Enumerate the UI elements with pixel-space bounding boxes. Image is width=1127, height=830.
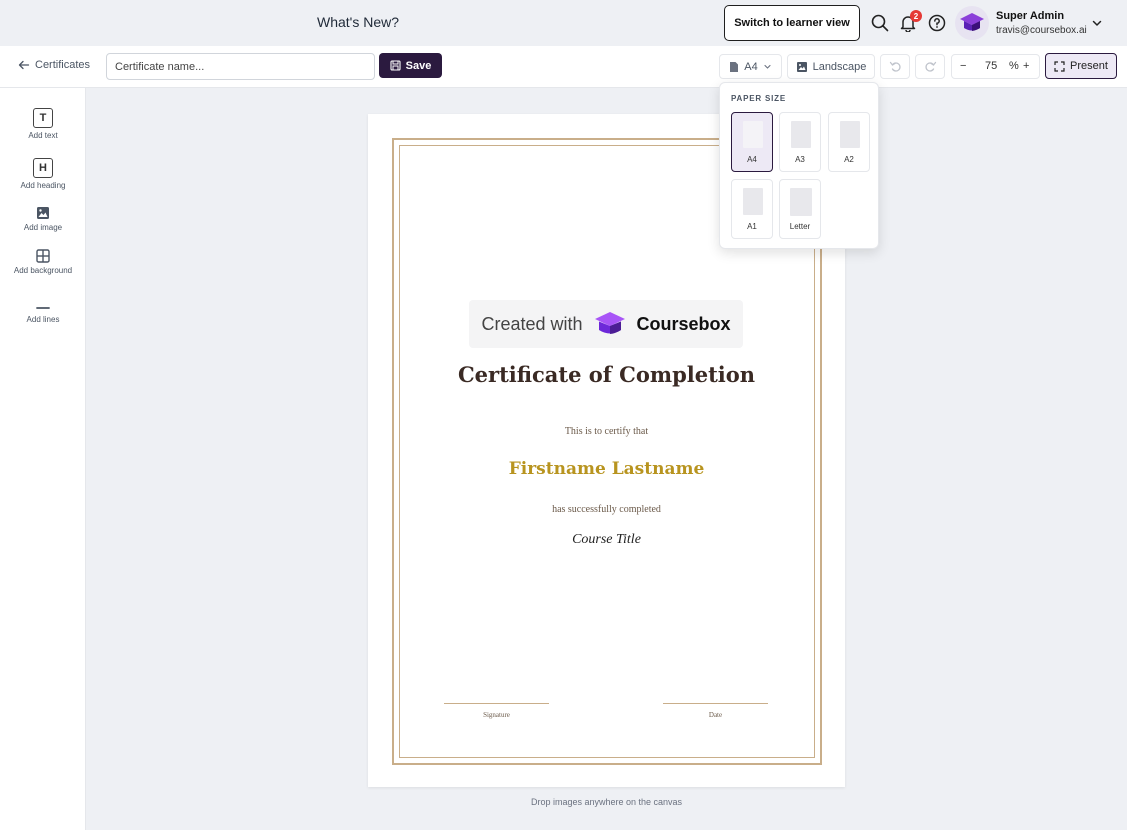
- paper-option-label: A2: [844, 155, 854, 164]
- canvas-drop-hint: Drop images anywhere on the canvas: [530, 797, 683, 807]
- heading-icon: H: [33, 158, 53, 178]
- redo-icon: [924, 61, 936, 72]
- paper-thumb: [743, 188, 763, 215]
- paper-option-letter[interactable]: Letter: [779, 179, 821, 239]
- signature-line[interactable]: [444, 703, 549, 704]
- course-title[interactable]: Course Title: [368, 532, 845, 548]
- present-button[interactable]: Present: [1045, 53, 1117, 79]
- paper-option-a3[interactable]: A3: [779, 112, 821, 172]
- orientation-button[interactable]: Landscape: [787, 54, 875, 79]
- paper-option-label: A3: [795, 155, 805, 164]
- add-heading-tool[interactable]: H Add heading: [0, 158, 86, 191]
- brand-created-text: Created with: [481, 313, 583, 334]
- undo-button[interactable]: [880, 54, 910, 79]
- paper-thumb: [743, 121, 763, 148]
- element-tools-panel: T Add text H Add heading Add image Add b…: [0, 88, 86, 830]
- orientation-label: Landscape: [812, 60, 867, 73]
- line-icon: [36, 307, 50, 309]
- graduation-cap-icon: [960, 13, 984, 31]
- certificate-title[interactable]: Certificate of Completion: [368, 362, 845, 387]
- add-text-label: Add text: [28, 131, 58, 140]
- zoom-unit: %: [1009, 60, 1019, 72]
- notification-badge: 2: [910, 10, 922, 22]
- add-lines-label: Add lines: [26, 315, 60, 324]
- add-background-tool[interactable]: Add background: [0, 249, 86, 276]
- brand-name-text: Coursebox: [636, 313, 731, 334]
- add-image-label: Add image: [23, 223, 63, 232]
- back-to-certificates-link[interactable]: Certificates: [18, 59, 90, 71]
- top-header: What's New? Switch to learner view 2 Sup…: [0, 0, 1127, 46]
- paper-option-a2[interactable]: A2: [828, 112, 870, 172]
- image-icon: [796, 61, 807, 72]
- coursebox-logo-icon: [594, 312, 625, 334]
- add-background-label: Add background: [13, 266, 73, 275]
- add-image-tool[interactable]: Add image: [0, 206, 86, 233]
- help-icon[interactable]: [927, 13, 947, 33]
- paper-thumb: [791, 121, 811, 148]
- zoom-in-button[interactable]: +: [1023, 60, 1029, 72]
- chevron-down-icon: [764, 64, 771, 69]
- paper-size-title: PAPER SIZE: [731, 94, 786, 103]
- search-icon[interactable]: [870, 13, 890, 33]
- paper-size-dropdown[interactable]: A4: [719, 54, 782, 79]
- completed-text[interactable]: has successfully completed: [368, 504, 845, 515]
- text-icon: T: [33, 108, 53, 128]
- paper-size-popover: PAPER SIZE A4 A3 A2 A1 Letter: [719, 82, 879, 249]
- document-icon: [730, 61, 739, 72]
- arrow-left-icon: [18, 60, 30, 70]
- paper-option-label: Letter: [789, 222, 811, 231]
- certify-text[interactable]: This is to certify that: [368, 426, 845, 437]
- date-label[interactable]: Date: [663, 711, 768, 719]
- whats-new-link[interactable]: What's New?: [317, 14, 399, 30]
- paper-thumb: [790, 188, 812, 216]
- certificate-name-input[interactable]: [106, 53, 375, 80]
- save-button[interactable]: Save: [379, 53, 442, 78]
- back-label: Certificates: [35, 59, 91, 71]
- paper-option-a1[interactable]: A1: [731, 179, 773, 239]
- zoom-control: − 75 % +: [951, 54, 1040, 79]
- user-email: travis@coursebox.ai: [996, 25, 1087, 36]
- recipient-name[interactable]: Firstname Lastname: [368, 459, 845, 479]
- switch-learner-view-button[interactable]: Switch to learner view: [724, 5, 860, 41]
- redo-button[interactable]: [915, 54, 945, 79]
- image-icon: [37, 207, 49, 219]
- editor-toolbar: Certificates Save A4 Landscape − 75 % + …: [0, 46, 1127, 88]
- paper-option-label: A1: [747, 222, 757, 231]
- paper-option-label: A4: [747, 155, 757, 164]
- zoom-out-button[interactable]: −: [960, 60, 966, 72]
- coursebox-watermark: Created with Coursebox: [469, 300, 743, 348]
- add-heading-label: Add heading: [20, 181, 66, 190]
- paper-option-a4[interactable]: A4: [731, 112, 773, 172]
- add-lines-tool[interactable]: Add lines: [0, 304, 86, 325]
- grid-icon: [36, 249, 50, 263]
- present-label: Present: [1070, 60, 1108, 72]
- user-name: Super Admin: [996, 10, 1065, 22]
- date-line[interactable]: [663, 703, 768, 704]
- zoom-value-input[interactable]: 75: [985, 60, 997, 72]
- floppy-disk-icon: [390, 60, 401, 71]
- paper-thumb: [840, 121, 860, 148]
- paper-size-value: A4: [744, 60, 758, 73]
- undo-icon: [889, 61, 901, 72]
- chevron-down-icon[interactable]: [1090, 16, 1104, 30]
- save-label: Save: [405, 59, 432, 72]
- fullscreen-icon: [1054, 60, 1065, 72]
- add-text-tool[interactable]: T Add text: [0, 108, 86, 141]
- signature-label[interactable]: Signature: [444, 711, 549, 719]
- avatar[interactable]: [955, 6, 989, 40]
